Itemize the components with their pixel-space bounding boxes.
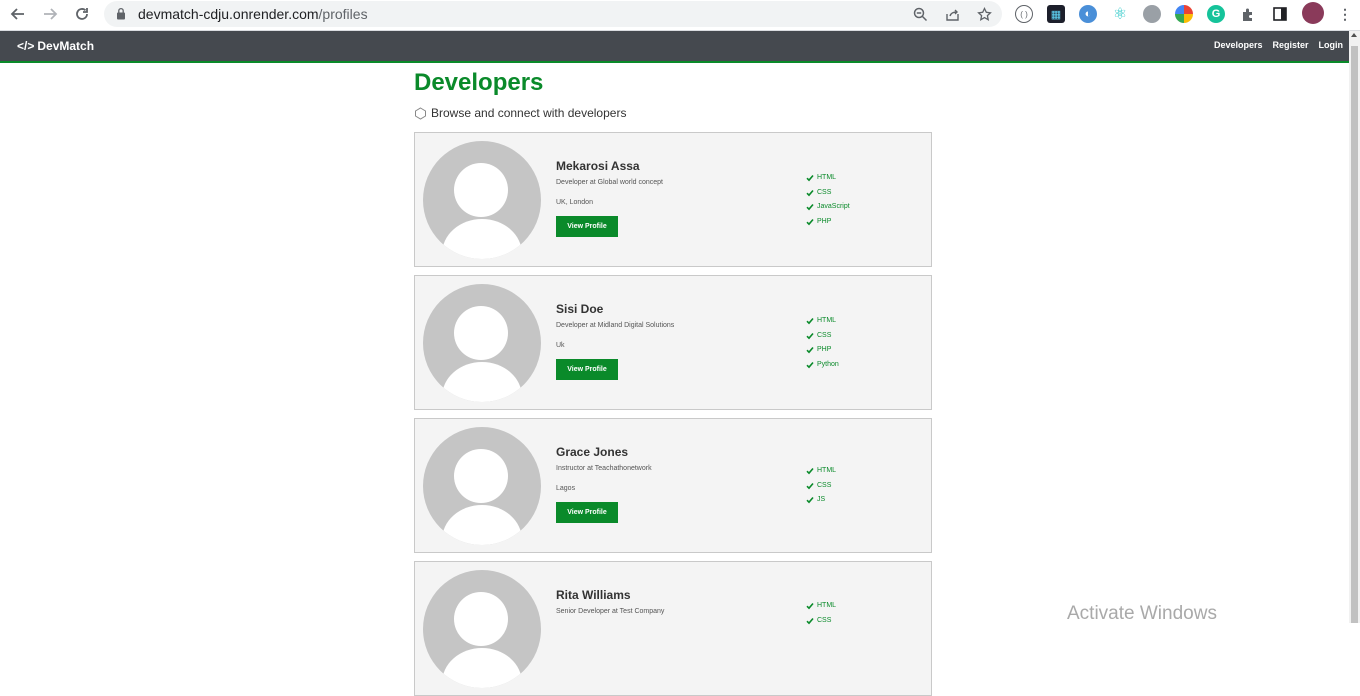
scrollbar[interactable] [1349,31,1360,623]
nav-links: Developers Register Login [1214,40,1343,50]
page-title: Developers [414,69,544,96]
url-text: devmatch-cdju.onrender.com/profiles [138,6,368,22]
back-arrow-icon[interactable] [7,3,29,25]
windows-activation-watermark: Activate Windows [1067,603,1217,624]
profile-location: Uk [556,342,565,349]
check-icon [806,497,814,504]
scrollbar-thumb[interactable] [1351,46,1358,623]
skill-item: CSS [806,329,839,344]
avatar [423,141,541,259]
check-icon [806,204,814,211]
share-icon[interactable] [943,5,961,23]
bookmark-star-icon[interactable] [975,5,993,23]
skill-item: CSS [806,186,850,201]
check-icon [806,468,814,475]
profile-card: Mekarosi Assa Developer at Global world … [414,132,932,267]
skill-item: HTML [806,171,850,186]
profile-location: UK, London [556,199,593,206]
address-bar[interactable]: devmatch-cdju.onrender.com/profiles [104,1,1002,27]
check-icon [806,189,814,197]
profile-name: Rita Williams [556,588,631,602]
view-profile-button[interactable]: View Profile [556,359,618,380]
check-icon [806,175,814,182]
menu-dots-icon[interactable]: ⋮ [1336,5,1354,23]
developer-icon [415,106,426,120]
puzzle-icon[interactable] [1239,5,1257,23]
check-icon [806,332,814,340]
extension-icon-5[interactable] [1143,5,1161,23]
skill-item: CSS [806,614,836,629]
color-picker-icon[interactable] [1175,5,1193,23]
nav-link-developers[interactable]: Developers [1214,40,1263,50]
skill-item: PHP [806,215,850,230]
profile-card: Sisi Doe Developer at Midland Digital So… [414,275,932,410]
profile-job: Senior Developer at Test Company [556,608,665,615]
grammarly-icon[interactable]: G [1207,5,1225,23]
react-devtools-icon[interactable]: ⚛ [1111,5,1129,23]
skill-item: PHP [806,343,839,358]
skills-list: HTML CSS JavaScript PHP [806,171,850,229]
skill-item: Python [806,358,839,373]
profile-card: Grace Jones Instructor at Teachathonetwo… [414,418,932,553]
check-icon [806,482,814,490]
profile-name: Sisi Doe [556,302,604,316]
skill-item: HTML [806,314,839,329]
browser-toolbar: devmatch-cdju.onrender.com/profiles ( ) … [0,0,1360,31]
profile-name: Mekarosi Assa [556,159,640,173]
view-profile-button[interactable]: View Profile [556,216,618,237]
avatar [423,284,541,402]
reload-icon[interactable] [71,3,93,25]
profile-card: Rita Williams Senior Developer at Test C… [414,561,932,696]
page-lead: Browse and connect with developers [414,106,626,120]
profile-job: Developer at Midland Digital Solutions [556,322,675,329]
extension-icon-2[interactable]: ▦ [1047,5,1065,23]
scroll-up-arrow-icon[interactable] [1351,33,1357,37]
nav-link-register[interactable]: Register [1272,40,1308,50]
skills-list: HTML CSS PHP Python [806,314,839,372]
skills-list: HTML CSS JS [806,464,836,508]
side-panel-icon[interactable] [1271,5,1289,23]
skill-item: JavaScript [806,200,850,215]
check-icon [806,347,814,354]
profile-name: Grace Jones [556,445,629,459]
view-profile-button[interactable]: View Profile [556,502,618,523]
app-navbar: </> DevMatch Developers Register Login [0,31,1349,63]
check-icon [806,603,814,610]
avatar [423,570,541,688]
profile-job: Developer at Global world concept [556,179,664,186]
profile-location: Lagos [556,485,576,492]
profile-job: Instructor at Teachathonetwork [556,465,652,472]
skills-list: HTML CSS [806,599,836,628]
nav-link-login[interactable]: Login [1319,40,1344,50]
check-icon [806,361,814,369]
check-icon [806,318,814,325]
brand-logo[interactable]: </> DevMatch [17,39,94,53]
skill-item: HTML [806,464,836,479]
extension-icon-3[interactable]: ◐ [1079,5,1097,23]
skill-item: HTML [806,599,836,614]
avatar[interactable] [1302,2,1324,24]
check-icon [806,617,814,625]
code-icon: </> [17,39,35,53]
lock-icon [117,7,125,20]
zoom-out-icon[interactable] [911,5,929,23]
avatar [423,427,541,545]
extension-icon-1[interactable]: ( ) [1015,5,1033,23]
skill-item: JS [806,493,836,508]
skill-item: CSS [806,479,836,494]
forward-arrow-icon[interactable] [39,3,61,25]
check-icon [806,218,814,226]
